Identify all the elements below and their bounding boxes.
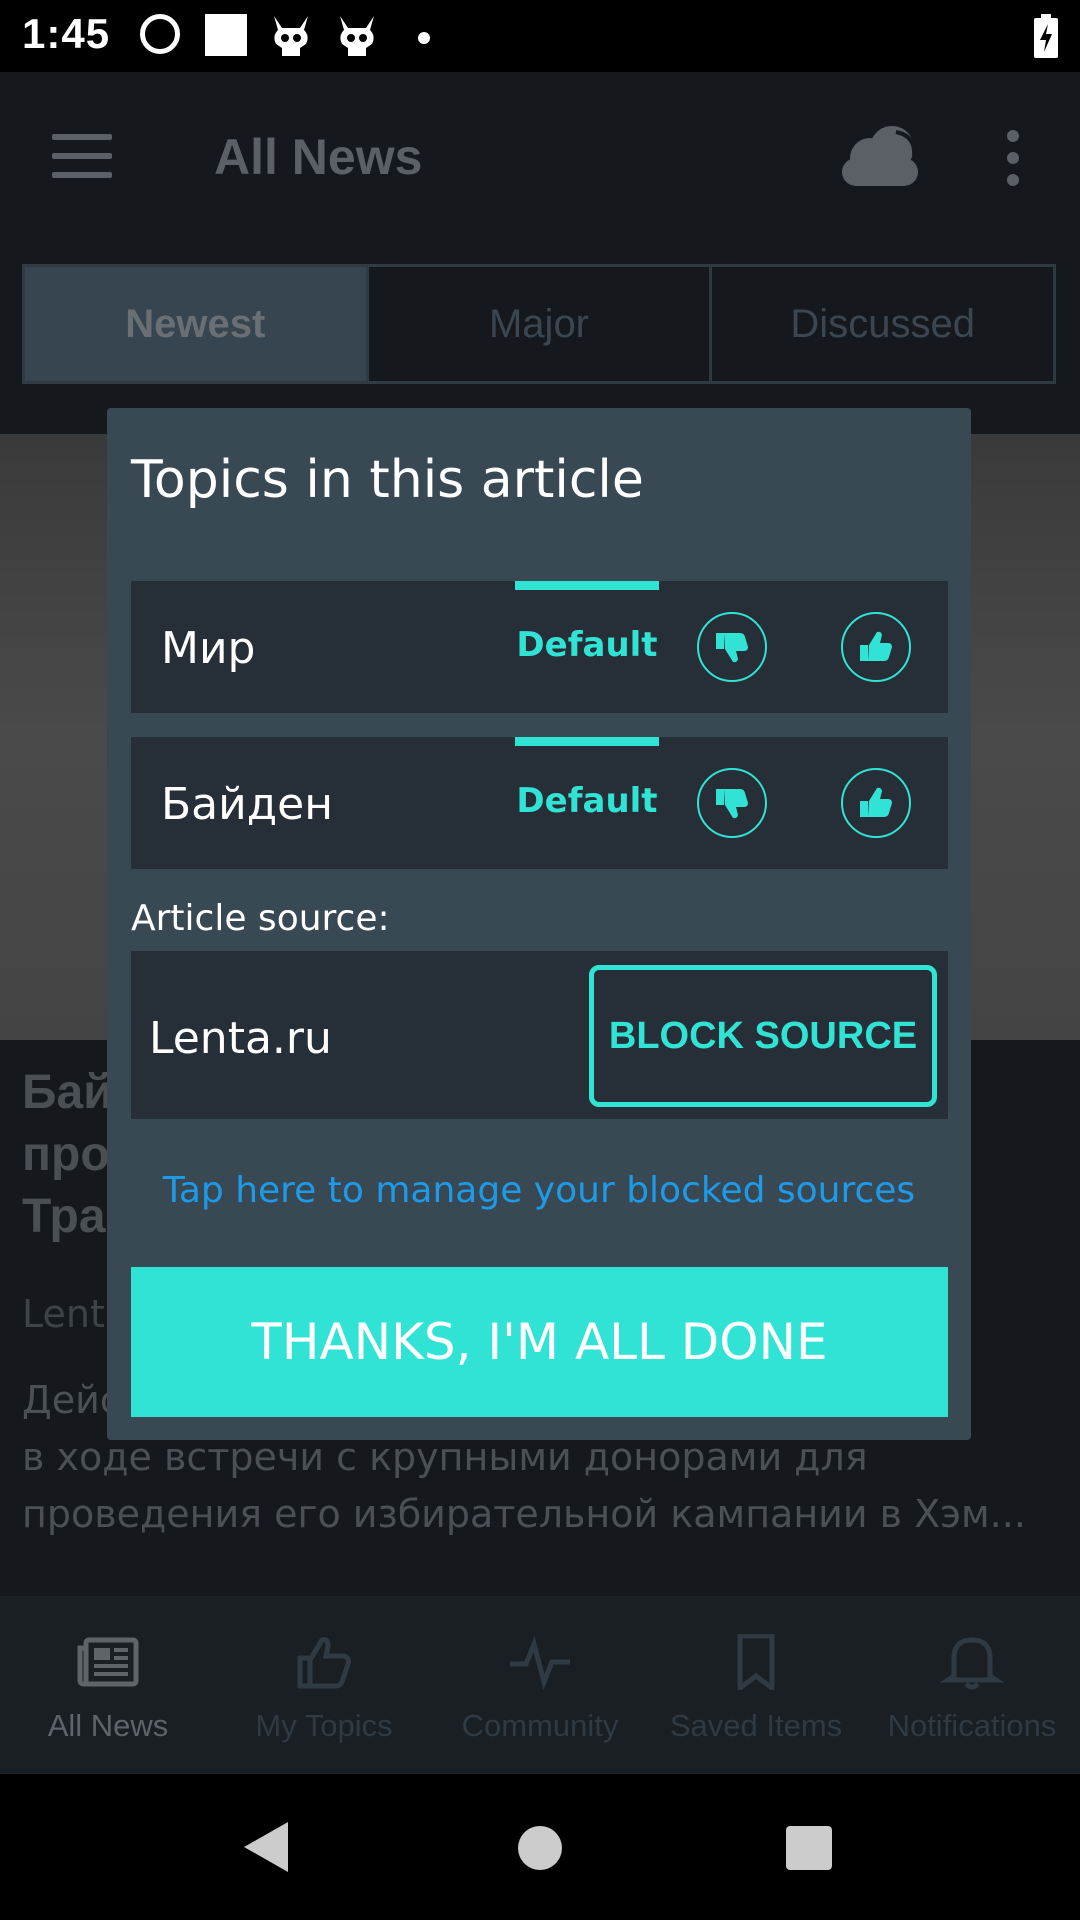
tab-major[interactable]: Major (369, 267, 713, 381)
topic-name: Байден (161, 779, 334, 830)
skull-icon (274, 16, 308, 56)
source-name: Lenta.ru (149, 1013, 332, 1064)
back-icon[interactable] (244, 1822, 288, 1872)
thumbs-up-button[interactable] (841, 768, 911, 838)
tab-newest[interactable]: Newest (25, 267, 369, 381)
dot-icon (418, 32, 430, 44)
bell-icon (940, 1637, 1004, 1690)
hamburger-icon[interactable] (52, 134, 112, 178)
nav-label: Community (461, 1708, 619, 1743)
topic-status-indicator (515, 737, 659, 746)
source-row: Lenta.ru BLOCK SOURCE (131, 951, 948, 1119)
thumbs-down-button[interactable] (697, 768, 767, 838)
nav-label: All News (47, 1708, 169, 1743)
thumbs-up-icon (297, 1637, 351, 1689)
nav-community[interactable]: Community (432, 1596, 648, 1774)
page-title: All News (214, 129, 423, 185)
thumbs-up-button[interactable] (841, 612, 911, 682)
battery-charging-icon (1034, 14, 1058, 58)
tab-discussed[interactable]: Discussed (712, 267, 1053, 381)
nav-label: Saved Items (669, 1708, 843, 1743)
thumbs-down-icon (716, 789, 748, 819)
status-bar: 1:45 (0, 0, 1080, 72)
nav-notifications[interactable]: Notifications (864, 1596, 1080, 1774)
pulse-icon (510, 1636, 570, 1690)
nav-my-topics[interactable]: My Topics (216, 1596, 432, 1774)
newspaper-icon (77, 1637, 139, 1687)
source-label: Article source: (131, 898, 390, 939)
topics-dialog: Topics in this article Мир Default Байде… (107, 408, 971, 1440)
block-source-button[interactable]: BLOCK SOURCE (589, 965, 937, 1107)
nav-saved-items[interactable]: Saved Items (648, 1596, 864, 1774)
recents-icon[interactable] (786, 1826, 832, 1870)
topic-row: Мир Default (131, 581, 948, 713)
thumbs-up-icon (860, 787, 892, 817)
news-tabs: Newest Major Discussed (22, 264, 1056, 384)
app-toolbar: All News (0, 72, 1080, 242)
skull-icon (340, 16, 374, 56)
bookmark-icon (737, 1634, 775, 1690)
topic-status[interactable]: Default (515, 781, 659, 821)
done-button[interactable]: THANKS, I'M ALL DONE (131, 1267, 948, 1417)
dialog-title: Topics in this article (131, 450, 644, 510)
status-time: 1:45 (22, 10, 111, 57)
nav-label: My Topics (255, 1708, 393, 1743)
topic-row: Байден Default (131, 737, 948, 869)
nav-label: Notifications (887, 1708, 1057, 1743)
thumbs-up-icon (860, 631, 892, 661)
topic-status[interactable]: Default (515, 625, 659, 665)
home-icon[interactable] (518, 1826, 562, 1870)
overflow-menu-icon[interactable] (1003, 130, 1023, 190)
smiley-icon (140, 14, 180, 54)
topic-status-indicator (515, 581, 659, 590)
system-navigation-bar (0, 1774, 1080, 1920)
thumbs-down-button[interactable] (697, 612, 767, 682)
cloud-icon[interactable] (836, 122, 924, 186)
thumbs-down-icon (716, 633, 748, 663)
manage-blocked-sources-link[interactable]: Tap here to manage your blocked sources (107, 1170, 971, 1211)
topic-name: Мир (161, 623, 256, 674)
bottom-navigation: All News My Topics Community Saved Items (0, 1596, 1080, 1774)
square-icon (205, 14, 247, 56)
nav-all-news[interactable]: All News (0, 1596, 216, 1774)
